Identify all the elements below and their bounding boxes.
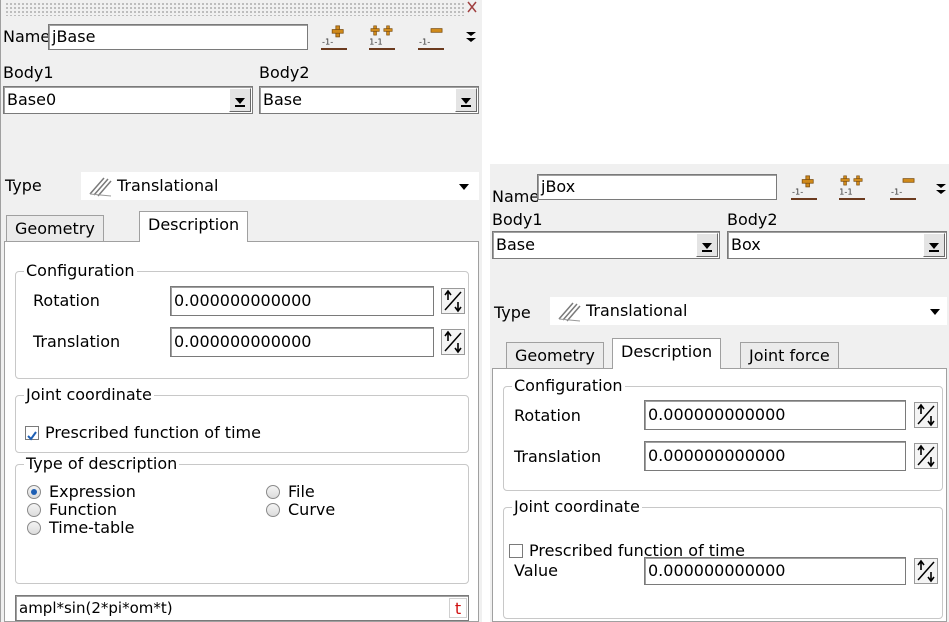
chevron-down-icon[interactable] [229,88,251,112]
chevron-down-icon[interactable] [455,88,477,112]
panel-grip[interactable] [5,2,465,16]
body1-value: Base0 [7,90,57,109]
description-tab-page: Configuration Rotation 0.000000000000 Tr… [4,241,479,622]
body2-value: Base [263,90,302,109]
add-two-joints-icon[interactable] [837,174,867,200]
translational-joint-icon [556,299,582,323]
tab-description[interactable]: Description [612,338,722,369]
value-label: Value [514,561,558,580]
translation-input[interactable]: 0.000000000000 [170,327,434,357]
translation-input[interactable]: 0.000000000000 [644,441,906,471]
translational-joint-icon [87,174,113,198]
remove-joint-icon[interactable] [416,24,446,50]
body2-label: Body2 [259,63,310,82]
tab-description[interactable]: Description [139,211,249,242]
name-input[interactable]: jBox [537,174,777,200]
spin-arrows-icon[interactable] [914,402,938,428]
spin-arrows-icon[interactable] [914,558,938,584]
configuration-legend: Configuration [24,261,137,281]
prescribed-checkbox[interactable] [25,426,39,441]
radio-time-table[interactable] [27,521,41,535]
body2-select[interactable]: Base [259,86,479,114]
joint-coordinate-legend: Joint coordinate [512,497,642,517]
add-two-joints-icon[interactable] [367,24,397,50]
radio-file[interactable] [266,485,280,499]
type-select[interactable]: Translational [550,297,947,325]
name-input[interactable]: jBase [48,24,308,50]
expression-input[interactable]: ampl*sin(2*pi*om*t) [15,595,469,621]
chevron-down-icon[interactable] [930,309,940,315]
rotation-input[interactable]: 0.000000000000 [170,286,434,316]
spin-arrows-icon[interactable] [441,329,465,355]
radio-function[interactable] [27,503,41,517]
prescribed-label: Prescribed function of time [45,423,261,442]
radio-curve-label: Curve [288,500,336,519]
radio-function-label: Function [49,500,118,519]
body2-value: Box [731,235,761,254]
tab-geometry[interactable]: Geometry [6,215,104,243]
joint-coordinate-group: Joint coordinate Prescribed function of … [503,497,943,619]
type-label: Type [5,176,42,195]
rotation-input[interactable]: 0.000000000000 [644,400,906,430]
chevron-down-icon[interactable] [459,184,469,190]
joint-panel-left: Name jBase Body1 Body2 Base0 Base Type T… [0,0,482,622]
radio-time-table-label: Time-table [49,518,135,537]
rotation-label: Rotation [514,406,581,425]
tab-geometry[interactable]: Geometry [506,342,604,370]
type-of-description-legend: Type of description [24,454,180,474]
joint-coordinate-legend: Joint coordinate [24,385,154,405]
description-tab-page: Configuration Rotation 0.000000000000 Tr… [492,368,947,622]
body1-label: Body1 [3,63,54,82]
joint-coordinate-group: Joint coordinate Prescribed function of … [15,385,469,453]
add-joint-icon[interactable] [789,174,819,200]
type-value: Translational [586,301,688,320]
overflow-arrow-icon[interactable] [465,30,477,44]
radio-expression-label: Expression [49,482,136,501]
check-icon [27,431,37,441]
type-label: Type [494,303,531,322]
body2-select[interactable]: Box [727,231,947,259]
body1-value: Base [496,235,535,254]
value-input[interactable]: 0.000000000000 [644,557,906,585]
remove-joint-icon[interactable] [888,174,918,200]
radio-expression[interactable] [27,485,41,499]
chevron-down-icon[interactable] [923,233,945,257]
spin-arrows-icon[interactable] [441,288,465,314]
chevron-down-icon[interactable] [696,233,718,257]
body1-select[interactable]: Base0 [3,86,253,114]
joint-panel-right: Name jBox Body1 Body2 Base Box Type Tran… [490,164,949,622]
panel-close-icon[interactable] [467,0,477,14]
body1-select[interactable]: Base [492,231,720,259]
tab-joint-force[interactable]: Joint force [740,342,839,370]
spin-arrows-icon[interactable] [914,443,938,469]
type-of-description-group: Type of description Expression File Func… [15,454,469,584]
add-joint-icon[interactable] [319,24,349,50]
body1-label: Body1 [492,210,543,229]
radio-file-label: File [288,482,315,501]
overflow-arrow-icon[interactable] [935,182,947,196]
translation-label: Translation [514,447,602,466]
expression-time-button[interactable]: t [449,598,467,618]
configuration-legend: Configuration [512,376,625,396]
type-value: Translational [117,176,219,195]
translation-label: Translation [33,332,121,351]
body2-label: Body2 [727,210,778,229]
configuration-group: Configuration Rotation 0.000000000000 Tr… [15,261,469,379]
prescribed-checkbox[interactable] [509,544,523,558]
name-label: Name [492,187,540,206]
rotation-label: Rotation [33,291,100,310]
configuration-group: Configuration Rotation 0.000000000000 Tr… [503,376,943,491]
name-label: Name [3,27,51,46]
radio-curve[interactable] [266,503,280,517]
type-select[interactable]: Translational [81,172,479,200]
